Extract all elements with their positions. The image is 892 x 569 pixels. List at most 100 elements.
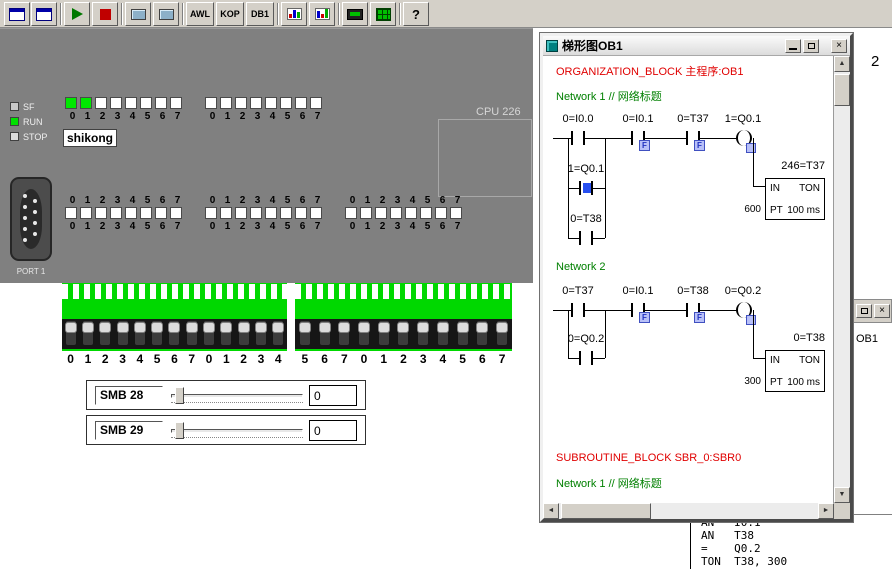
switch-knob[interactable] bbox=[99, 322, 111, 333]
timer-type-label: TON bbox=[799, 183, 820, 194]
switch-knob[interactable] bbox=[378, 322, 390, 333]
io-led bbox=[170, 207, 182, 219]
input-switch[interactable] bbox=[320, 321, 330, 345]
input-switch[interactable] bbox=[438, 321, 448, 345]
timer-in-label: IN bbox=[770, 183, 780, 194]
input-switch[interactable] bbox=[379, 321, 389, 345]
horizontal-scroll-thumb[interactable] bbox=[561, 503, 651, 519]
device-tag-field[interactable]: shikong bbox=[63, 129, 117, 147]
input-switch[interactable] bbox=[359, 321, 369, 345]
restore-button[interactable] bbox=[803, 39, 819, 53]
switch-knob[interactable] bbox=[65, 322, 77, 333]
switch-knob[interactable] bbox=[358, 322, 370, 333]
smb28-slider-thumb[interactable] bbox=[175, 387, 184, 404]
kop-view-button[interactable]: KOP bbox=[216, 2, 244, 26]
switch-knob[interactable] bbox=[397, 322, 409, 333]
download-button[interactable] bbox=[125, 2, 151, 26]
input-switch[interactable] bbox=[135, 321, 145, 345]
switch-knob[interactable] bbox=[272, 322, 284, 333]
window-titlebar[interactable]: 梯形图OB1 × bbox=[543, 36, 850, 56]
input-switch[interactable] bbox=[398, 321, 408, 345]
switch-knob[interactable] bbox=[255, 322, 267, 333]
input-switch[interactable] bbox=[66, 321, 76, 345]
input-switch[interactable] bbox=[300, 321, 310, 345]
trend-chart-button[interactable] bbox=[309, 2, 335, 26]
upload-button[interactable] bbox=[153, 2, 179, 26]
input-switch[interactable] bbox=[118, 321, 128, 345]
switch-knob[interactable] bbox=[134, 322, 146, 333]
io-led bbox=[420, 207, 432, 219]
switch-knob[interactable] bbox=[151, 322, 163, 333]
digit-label: 1 bbox=[360, 195, 375, 206]
smb28-label: SMB 28 bbox=[95, 386, 163, 405]
switch-knob[interactable] bbox=[117, 322, 129, 333]
new-project-button[interactable] bbox=[4, 2, 30, 26]
smb28-value-field[interactable]: 0 bbox=[309, 385, 357, 406]
input-switch[interactable] bbox=[204, 321, 214, 345]
scroll-up-button[interactable]: ▲ bbox=[834, 56, 850, 72]
io-led bbox=[125, 97, 137, 109]
td200-button[interactable] bbox=[342, 2, 368, 26]
stop-button[interactable] bbox=[92, 2, 118, 26]
smb28-slider-track[interactable] bbox=[171, 394, 303, 398]
close-button[interactable]: × bbox=[831, 39, 847, 53]
td200-icon bbox=[347, 9, 363, 20]
run-button[interactable] bbox=[64, 2, 90, 26]
input-switch[interactable] bbox=[83, 321, 93, 345]
input-switch[interactable] bbox=[477, 321, 487, 345]
network-button[interactable] bbox=[370, 2, 396, 26]
input-switch[interactable] bbox=[187, 321, 197, 345]
switch-knob[interactable] bbox=[220, 322, 232, 333]
minimize-button[interactable] bbox=[785, 39, 801, 53]
help-button[interactable]: ? bbox=[403, 2, 429, 26]
switch-knob[interactable] bbox=[457, 322, 469, 333]
input-switch[interactable] bbox=[169, 321, 179, 345]
io-led bbox=[205, 207, 217, 219]
awl-view-button[interactable]: AWL bbox=[186, 2, 214, 26]
digit-label: 1 bbox=[380, 352, 387, 366]
smb29-label: SMB 29 bbox=[95, 421, 163, 440]
input-switch[interactable] bbox=[239, 321, 249, 345]
db1-view-button[interactable]: DB1 bbox=[246, 2, 274, 26]
horizontal-scrollbar[interactable]: ◄ ► bbox=[543, 503, 834, 519]
background-restore-button[interactable] bbox=[856, 304, 872, 318]
smb29-value-field[interactable]: 0 bbox=[309, 420, 357, 441]
switch-knob[interactable] bbox=[496, 322, 508, 333]
digit-label: 2 bbox=[240, 352, 247, 366]
open-project-button[interactable] bbox=[31, 2, 57, 26]
switch-knob[interactable] bbox=[82, 322, 94, 333]
digit-label: 0 bbox=[361, 352, 368, 366]
scroll-down-button[interactable]: ▼ bbox=[834, 487, 850, 503]
switch-knob[interactable] bbox=[299, 322, 311, 333]
input-switch[interactable] bbox=[152, 321, 162, 345]
input-switch[interactable] bbox=[273, 321, 283, 345]
smb29-slider-track[interactable] bbox=[171, 429, 303, 433]
switch-knob[interactable] bbox=[238, 322, 250, 333]
switch-knob[interactable] bbox=[186, 322, 198, 333]
input-switch[interactable] bbox=[221, 321, 231, 345]
digit-label: 2 bbox=[235, 221, 250, 232]
terminal-number-row-right: 56701234567 bbox=[295, 352, 512, 366]
background-close-button[interactable]: × bbox=[874, 304, 890, 318]
input-switch[interactable] bbox=[100, 321, 110, 345]
switch-knob[interactable] bbox=[437, 322, 449, 333]
digit-label: 3 bbox=[110, 111, 125, 122]
status-chart-button[interactable] bbox=[281, 2, 307, 26]
digit-label: 3 bbox=[250, 221, 265, 232]
input-switch[interactable] bbox=[256, 321, 266, 345]
scroll-right-button[interactable]: ► bbox=[818, 503, 834, 519]
smb29-slider-thumb[interactable] bbox=[175, 422, 184, 439]
scroll-left-button[interactable]: ◄ bbox=[543, 503, 559, 519]
input-switch[interactable] bbox=[418, 321, 428, 345]
switch-knob[interactable] bbox=[203, 322, 215, 333]
input-switch[interactable] bbox=[497, 321, 507, 345]
vertical-scrollbar[interactable]: ▲ ▼ bbox=[834, 56, 850, 503]
switch-knob[interactable] bbox=[168, 322, 180, 333]
switch-knob[interactable] bbox=[417, 322, 429, 333]
switch-knob[interactable] bbox=[476, 322, 488, 333]
input-switch[interactable] bbox=[458, 321, 468, 345]
vertical-scroll-thumb[interactable] bbox=[834, 74, 850, 106]
input-switch[interactable] bbox=[339, 321, 349, 345]
switch-knob[interactable] bbox=[319, 322, 331, 333]
switch-knob[interactable] bbox=[338, 322, 350, 333]
